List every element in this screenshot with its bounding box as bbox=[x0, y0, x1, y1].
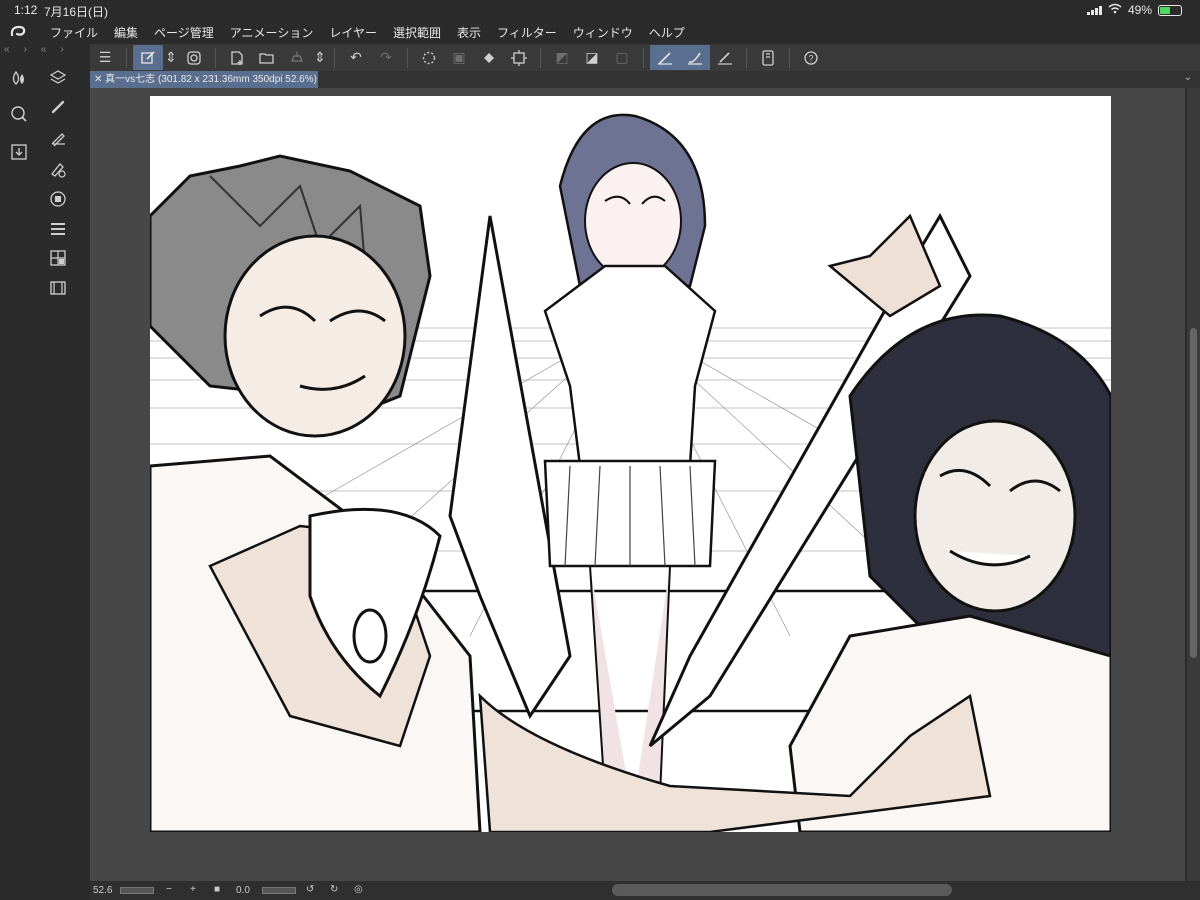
hamburger-menu-icon[interactable]: ☰ bbox=[90, 45, 120, 70]
document-tab[interactable]: ✕ 真一vs七志 (301.82 x 231.36mm 350dpi 52.6%… bbox=[90, 71, 318, 88]
status-bar: 1:12 7月16日(日) 49% bbox=[0, 0, 1200, 20]
invert-selection-icon[interactable]: ◪ bbox=[577, 45, 607, 70]
navigator-icon[interactable] bbox=[7, 102, 31, 126]
help-tips-icon[interactable]: ? bbox=[796, 45, 826, 70]
artwork bbox=[150, 113, 1111, 832]
eraser-tool-icon[interactable] bbox=[46, 187, 70, 211]
menu-edit[interactable]: 編集 bbox=[106, 24, 146, 41]
open-folder-icon[interactable] bbox=[252, 45, 282, 70]
zoom-slider[interactable] bbox=[120, 887, 154, 894]
clip-studio-logo-icon[interactable] bbox=[0, 20, 36, 44]
close-tab-icon[interactable]: ✕ bbox=[94, 74, 105, 85]
brush-stroke-icon[interactable] bbox=[680, 45, 710, 70]
color-drops-icon[interactable] bbox=[7, 66, 31, 90]
rotate-right-icon[interactable]: ↻ bbox=[330, 884, 338, 895]
rotate-left-icon[interactable]: ↺ bbox=[306, 884, 314, 895]
layer-stack-icon[interactable] bbox=[46, 66, 70, 90]
save-options-icon[interactable]: ⇕ bbox=[312, 45, 328, 70]
menu-selection[interactable]: 選択範囲 bbox=[385, 24, 449, 41]
status-date: 7月16日(日) bbox=[44, 5, 109, 19]
battery-percent: 49% bbox=[1127, 3, 1152, 17]
edit-mode-icon[interactable] bbox=[133, 45, 163, 70]
stabilization-pen-icon[interactable] bbox=[650, 45, 680, 70]
undo-icon[interactable]: ↶ bbox=[341, 45, 371, 70]
menu-help[interactable]: ヘルプ bbox=[641, 24, 693, 41]
device-settings-icon[interactable] bbox=[753, 45, 783, 70]
rotation-slider[interactable] bbox=[262, 887, 296, 894]
zoom-in-icon[interactable]: + bbox=[190, 884, 196, 895]
fill-bucket-icon[interactable] bbox=[474, 45, 504, 70]
command-bar: ☰ ⇕ ⇕ ↶ ↷ ▣ ◩ ◪ ▢ ? bbox=[90, 44, 1200, 71]
status-time: 1:12 bbox=[14, 3, 38, 17]
pen-pressure-icon[interactable] bbox=[710, 45, 740, 70]
vertical-scrollbar[interactable] bbox=[1187, 88, 1200, 881]
menu-file[interactable]: ファイル bbox=[42, 24, 106, 41]
expand-right-icon[interactable]: › bbox=[24, 44, 27, 58]
signal-icon bbox=[1086, 5, 1102, 15]
crop-icon[interactable] bbox=[504, 45, 534, 70]
menu-page-management[interactable]: ページ管理 bbox=[146, 24, 222, 41]
clear-selection-icon[interactable]: ◩ bbox=[547, 45, 577, 70]
tool-palette bbox=[38, 60, 90, 900]
timeline-icon[interactable] bbox=[46, 276, 70, 300]
menu-window[interactable]: ウィンドウ bbox=[565, 24, 641, 41]
reset-rotation-icon[interactable]: ◎ bbox=[354, 884, 363, 895]
menu-bar: ファイル 編集 ページ管理 アニメーション レイヤー 選択範囲 表示 フィルター… bbox=[0, 20, 1200, 44]
pen-tool-icon[interactable] bbox=[46, 95, 70, 119]
chevron-down-icon[interactable]: ⌄ bbox=[1184, 72, 1192, 83]
panel-toggles: « › « › bbox=[0, 44, 90, 58]
sub-view-icon[interactable] bbox=[46, 246, 70, 270]
vertical-scroll-thumb[interactable] bbox=[1190, 328, 1197, 658]
collapse-tools-icon[interactable]: « bbox=[41, 44, 47, 58]
svg-text:?: ? bbox=[809, 53, 814, 63]
mode-switch-icon[interactable]: ⇕ bbox=[163, 45, 179, 70]
loading-spinner-icon[interactable] bbox=[414, 45, 444, 70]
battery-icon bbox=[1158, 4, 1182, 16]
save-icon[interactable] bbox=[282, 45, 312, 70]
rotation-angle[interactable]: 0.0 bbox=[236, 885, 250, 896]
decoration-tool-icon[interactable] bbox=[46, 126, 70, 150]
drawing-canvas[interactable] bbox=[150, 96, 1111, 832]
zoom-value[interactable]: 52.6 bbox=[93, 885, 112, 896]
fit-stop-icon[interactable]: ■ bbox=[214, 884, 220, 895]
zoom-out-icon[interactable]: − bbox=[166, 884, 172, 895]
left-panel-strip bbox=[0, 60, 38, 900]
transform-icon[interactable]: ▣ bbox=[444, 45, 474, 70]
selection-frame-icon[interactable]: ▢ bbox=[607, 45, 637, 70]
menu-layer[interactable]: レイヤー bbox=[321, 24, 385, 41]
redo-icon[interactable]: ↷ bbox=[371, 45, 401, 70]
material-download-icon[interactable] bbox=[7, 140, 31, 164]
document-tab-title: 真一vs七志 (301.82 x 231.36mm 350dpi 52.6%) bbox=[105, 74, 317, 85]
new-file-icon[interactable] bbox=[222, 45, 252, 70]
clip-studio-icon[interactable] bbox=[179, 45, 209, 70]
fill-tool-icon[interactable] bbox=[46, 157, 70, 181]
menu-animation[interactable]: アニメーション bbox=[222, 24, 322, 41]
expand-tools-icon[interactable]: › bbox=[60, 44, 63, 58]
wifi-icon bbox=[1108, 3, 1122, 17]
collapse-left-icon[interactable]: « bbox=[4, 44, 10, 58]
document-tab-bar: ✕ 真一vs七志 (301.82 x 231.36mm 350dpi 52.6%… bbox=[90, 71, 1200, 88]
menu-filter[interactable]: フィルター bbox=[489, 24, 565, 41]
menu-view[interactable]: 表示 bbox=[449, 24, 489, 41]
layer-property-icon[interactable] bbox=[46, 217, 70, 241]
horizontal-scrollbar[interactable] bbox=[612, 884, 952, 896]
